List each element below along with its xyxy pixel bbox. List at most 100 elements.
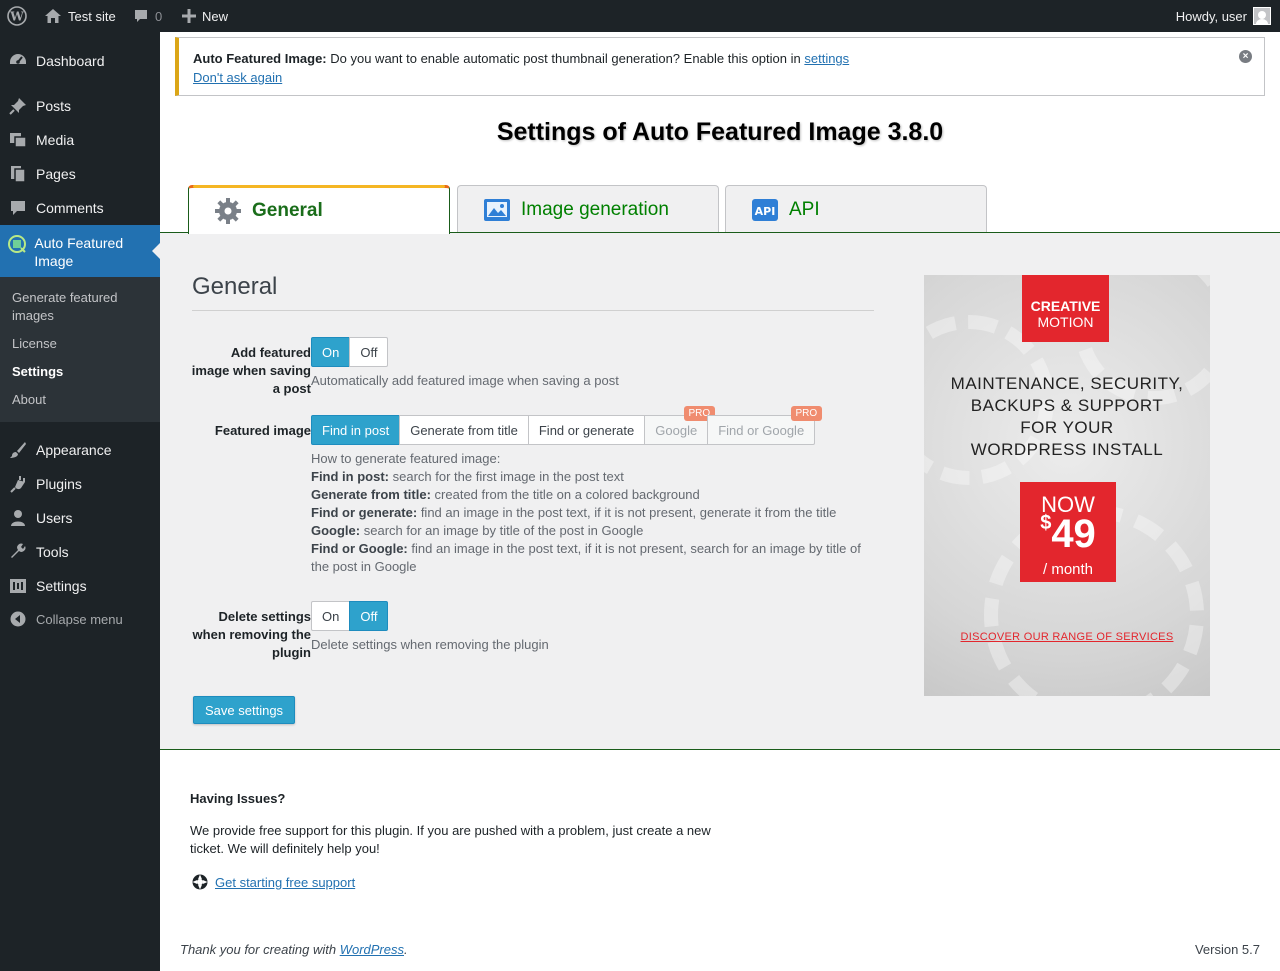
delete-settings-description: Delete settings when removing the plugin	[311, 637, 549, 652]
wordpress-link[interactable]: WordPress	[340, 942, 404, 957]
picture-icon	[484, 198, 510, 221]
plugin-notice: Auto Featured Image: Do you want to enab…	[175, 37, 1265, 96]
promo-banner[interactable]: CREATIVE MOTION MAINTENANCE, SECURITY, B…	[924, 275, 1210, 696]
new-label: New	[202, 8, 229, 24]
footer-thanks: Thank you for creating with WordPress.	[180, 942, 408, 957]
desc-item: Find in post: search for the first image…	[311, 469, 624, 484]
delete-settings-on-button[interactable]: On	[311, 601, 351, 631]
option-find-or-generate[interactable]: Find or generate	[527, 415, 646, 445]
notice-strong: Auto Featured Image:	[193, 51, 327, 66]
submenu-license[interactable]: License	[12, 335, 57, 353]
add-featured-off-button[interactable]: Off	[349, 337, 389, 367]
save-settings-button[interactable]: Save settings	[193, 696, 296, 724]
free-support-link[interactable]: Get starting free support	[215, 875, 355, 890]
comment-icon	[0, 199, 36, 217]
svg-text:API: API	[755, 205, 776, 218]
submenu-settings[interactable]: Settings	[12, 363, 63, 381]
tab-api[interactable]: API API	[725, 185, 987, 233]
site-name: Test site	[68, 8, 116, 24]
sidebar-item-appearance[interactable]: Appearance	[0, 433, 160, 467]
desc-item: Generate from title: created from the ti…	[311, 487, 700, 502]
sidebar-item-auto-featured-image[interactable]: Auto Featured Image	[0, 225, 160, 277]
admin-bar: W Test site 0 New Howdy, user	[0, 0, 1280, 32]
tab-general-label: General	[252, 200, 323, 221]
brush-icon	[0, 441, 36, 459]
page-title: Settings of Auto Featured Image 3.8.0	[496, 118, 944, 146]
wrench-icon	[0, 543, 36, 561]
new-content-link[interactable]: New	[182, 0, 228, 32]
option-find-or-google[interactable]: Find or Google PRO	[707, 406, 823, 445]
notice-settings-link[interactable]: settings	[804, 51, 849, 66]
delete-settings-off-button[interactable]: Off	[349, 601, 389, 631]
sidebar-item-tools[interactable]: Tools	[0, 535, 160, 569]
sidebar-item-comments[interactable]: Comments	[0, 191, 160, 225]
add-featured-label: Add featured image when saving a post	[191, 345, 311, 396]
submenu-about[interactable]: About	[12, 391, 46, 409]
settings-panel: General Add featured image when saving a…	[160, 232, 1280, 750]
collapse-menu-button[interactable]: Collapse menu	[0, 604, 160, 634]
footer-version: Version 5.7	[1194, 942, 1260, 957]
delete-settings-toggle: On Off	[311, 601, 389, 631]
featured-image-description: How to generate featured image: Find in …	[311, 450, 871, 576]
avatar	[1253, 7, 1271, 25]
collapse-icon	[0, 611, 36, 627]
desc-item: Find or Google: find an image in the pos…	[311, 541, 861, 574]
creative-motion-logo: CREATIVE MOTION	[1022, 275, 1109, 342]
site-name-link[interactable]: Test site	[44, 0, 116, 32]
issues-title: Having Issues?	[190, 791, 286, 806]
pro-badge: PRO	[790, 406, 823, 421]
pin-icon	[0, 97, 36, 115]
wordpress-logo-icon[interactable]: W	[7, 0, 27, 32]
account-menu[interactable]: Howdy, user	[1176, 0, 1271, 32]
sidebar-item-settings[interactable]: Settings	[0, 569, 160, 603]
add-featured-on-button[interactable]: On	[311, 337, 351, 367]
gear-icon	[215, 198, 241, 224]
desc-item: Find or generate: find an image in the p…	[311, 505, 837, 520]
tab-api-label: API	[789, 198, 820, 220]
lifebuoy-icon	[192, 874, 208, 890]
promo-price: NOW $49 / month	[1020, 482, 1116, 582]
section-divider	[192, 310, 874, 311]
promo-link[interactable]: DISCOVER OUR RANGE OF SERVICES	[924, 631, 1210, 643]
featured-image-label: Featured image	[214, 423, 311, 438]
dont-ask-again-link[interactable]: Don't ask again	[193, 70, 282, 85]
comment-icon	[135, 10, 147, 22]
home-icon	[45, 9, 61, 23]
option-google[interactable]: Google PRO	[644, 406, 716, 445]
option-generate-from-title[interactable]: Generate from title	[399, 415, 529, 445]
dashboard-icon	[0, 52, 36, 70]
api-icon: API	[752, 198, 778, 221]
notice-text: Do you want to enable automatic post thu…	[330, 51, 801, 66]
sidebar-item-pages[interactable]: Pages	[0, 157, 160, 191]
add-featured-toggle: On Off	[311, 337, 389, 367]
plus-icon	[182, 9, 196, 23]
promo-headline: MAINTENANCE, SECURITY, BACKUPS & SUPPORT…	[950, 374, 1184, 459]
svg-text:W: W	[9, 10, 24, 24]
sidebar-item-media[interactable]: Media	[0, 123, 160, 157]
dismiss-icon[interactable]: ×	[1239, 50, 1252, 63]
tab-image-generation-label: Image generation	[521, 198, 669, 220]
comments-count: 0	[155, 8, 163, 24]
sidebar-item-plugins[interactable]: Plugins	[0, 467, 160, 501]
plug-icon	[0, 475, 36, 493]
sidebar-submenu: Generate featured images License Setting…	[0, 277, 160, 422]
image-plugin-icon	[0, 234, 34, 254]
sidebar-item-posts[interactable]: Posts	[0, 89, 160, 123]
settings-icon	[0, 577, 36, 595]
desc-item: Google: search for an image by title of …	[311, 523, 644, 538]
support-link-row: Get starting free support	[191, 873, 355, 891]
media-icon	[0, 131, 36, 149]
submenu-generate-featured-images[interactable]: Generate featured images	[12, 289, 142, 325]
add-featured-description: Automatically add featured image when sa…	[311, 373, 619, 388]
comments-link[interactable]: 0	[133, 0, 162, 32]
tab-image-generation[interactable]: Image generation	[457, 185, 719, 233]
greeting: Howdy, user	[1175, 8, 1247, 24]
featured-image-options: Find in post Generate from title Find or…	[311, 406, 823, 445]
sidebar-item-users[interactable]: Users	[0, 501, 160, 535]
sidebar-item-dashboard[interactable]: Dashboard	[0, 44, 160, 78]
delete-settings-label: Delete settings when removing the plugin	[192, 609, 311, 660]
user-icon	[0, 509, 36, 527]
issues-text: We provide free support for this plugin.…	[190, 823, 711, 856]
tab-general[interactable]: General	[188, 185, 450, 234]
option-find-in-post[interactable]: Find in post	[311, 415, 401, 445]
